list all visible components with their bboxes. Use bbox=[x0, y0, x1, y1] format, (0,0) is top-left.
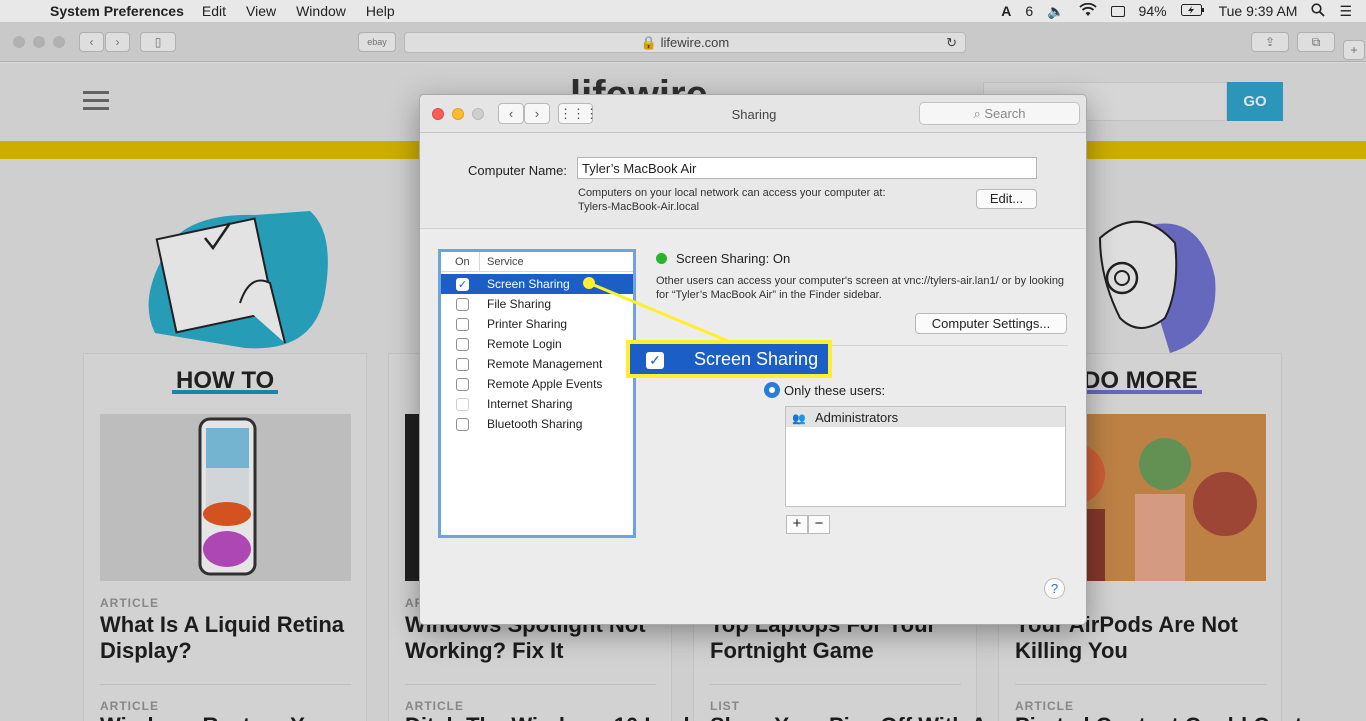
article-kind: ARTICLE bbox=[405, 699, 464, 713]
new-tab-icon[interactable]: + bbox=[1343, 40, 1365, 60]
adobe-count: 6 bbox=[1025, 3, 1034, 19]
service-row-file-sharing[interactable]: File Sharing bbox=[441, 294, 633, 314]
zoom-window-icon[interactable] bbox=[53, 36, 65, 48]
article-title[interactable]: Pirated Content Could Cost... bbox=[1015, 713, 1321, 721]
service-row-remote-login[interactable]: Remote Login bbox=[441, 334, 633, 354]
window-titlebar: ‹ › ⋮⋮⋮ Sharing ⌕ Search bbox=[420, 95, 1086, 133]
add-user-button[interactable]: + bbox=[786, 515, 808, 534]
checklist-illustration bbox=[148, 211, 328, 349]
checkbox[interactable] bbox=[456, 298, 469, 311]
checkbox[interactable] bbox=[456, 398, 469, 411]
article-kind: ARTICLE bbox=[100, 699, 159, 713]
share-icon[interactable]: ⇪ bbox=[1251, 32, 1289, 52]
divider bbox=[405, 684, 656, 685]
checkmark-icon: ✓ bbox=[646, 352, 664, 369]
group-icon: 👥 bbox=[792, 413, 806, 425]
browser-toolbar: ‹ › ▯ ebay 🔒 lifewire.com ↻ ⇪ ⧉ + bbox=[0, 22, 1366, 62]
service-row-remote-apple-events[interactable]: Remote Apple Events bbox=[441, 374, 633, 394]
service-list[interactable]: On Service ✓ Screen Sharing File Sharing… bbox=[438, 249, 636, 538]
section-heading[interactable]: HOW TO bbox=[172, 367, 279, 395]
reload-icon[interactable]: ↻ bbox=[946, 33, 957, 52]
users-list[interactable]: 👥 Administrators bbox=[785, 406, 1066, 507]
divider bbox=[100, 684, 351, 685]
lock-icon: 🔒 bbox=[640, 35, 657, 50]
url-text: lifewire.com bbox=[660, 35, 730, 50]
keyboard-icon[interactable] bbox=[1110, 5, 1125, 17]
checkbox[interactable] bbox=[456, 358, 469, 371]
headphones-illustration bbox=[1098, 220, 1216, 353]
wifi-icon[interactable] bbox=[1078, 2, 1097, 20]
article-title[interactable]: What Is A Liquid Retina Display? bbox=[100, 612, 365, 664]
checkbox[interactable] bbox=[456, 418, 469, 431]
battery-icon[interactable] bbox=[1180, 3, 1205, 19]
article-image[interactable] bbox=[405, 414, 419, 581]
forward-icon[interactable]: › bbox=[105, 32, 130, 52]
menu-app-name[interactable]: System Preferences bbox=[50, 3, 184, 19]
remove-user-button[interactable]: − bbox=[808, 515, 830, 534]
users-list-item[interactable]: 👥 Administrators bbox=[786, 407, 1065, 427]
only-these-users-radio[interactable] bbox=[764, 382, 780, 398]
network-address-note: Computers on your local network can acce… bbox=[578, 187, 886, 213]
checkbox-checked[interactable]: ✓ bbox=[456, 278, 469, 291]
article-kind: ARTICLE bbox=[1015, 699, 1074, 713]
article-title[interactable]: Windows Restore Y... bbox=[100, 713, 321, 721]
checkbox[interactable] bbox=[456, 318, 469, 331]
menu-window[interactable]: Window bbox=[296, 3, 346, 19]
bookmark-ebay[interactable]: ebay bbox=[358, 32, 396, 52]
section-heading[interactable]: DO MORE bbox=[1079, 367, 1202, 395]
service-row-internet-sharing[interactable]: Internet Sharing bbox=[441, 394, 633, 414]
back-icon[interactable]: ‹ bbox=[79, 32, 104, 52]
hamburger-menu-icon[interactable] bbox=[83, 91, 109, 111]
service-row-screen-sharing[interactable]: ✓ Screen Sharing bbox=[441, 274, 633, 294]
minimize-window-icon[interactable] bbox=[33, 36, 45, 48]
status-text: Screen Sharing: On bbox=[676, 251, 791, 266]
prefs-search-input[interactable]: ⌕ Search bbox=[919, 102, 1080, 125]
search-icon: ⌕ bbox=[973, 106, 981, 121]
close-window-icon[interactable] bbox=[13, 36, 25, 48]
article-title[interactable]: Ditch The Windows 10 Lock... bbox=[405, 713, 714, 721]
article-kind: LIST bbox=[710, 699, 740, 713]
article-title[interactable]: Show Your Pics Off With A... bbox=[710, 713, 1005, 721]
battery-percent[interactable]: 94% bbox=[1139, 3, 1167, 19]
menu-view[interactable]: View bbox=[246, 3, 276, 19]
status-description: Other users can access your computer's s… bbox=[656, 275, 1065, 301]
computer-name-field[interactable]: Tyler’s MacBook Air bbox=[577, 157, 1037, 179]
sidebar-icon[interactable]: ▯ bbox=[140, 32, 176, 52]
status-area: A 6 🔈 94% Tue 9:39 AM ☰ bbox=[1001, 0, 1366, 22]
divider bbox=[710, 684, 961, 685]
menu-bar: System Preferences Edit View Window Help… bbox=[0, 0, 1366, 22]
tabs-overview-icon[interactable]: ⧉ bbox=[1297, 32, 1335, 52]
status-on-indicator bbox=[656, 253, 667, 264]
clock[interactable]: Tue 9:39 AM bbox=[1219, 3, 1298, 19]
menu-edit[interactable]: Edit bbox=[202, 3, 226, 19]
service-row-remote-management[interactable]: Remote Management bbox=[441, 354, 633, 374]
column-on: On bbox=[455, 256, 470, 268]
callout-label: Screen Sharing bbox=[694, 349, 819, 369]
volume-icon[interactable]: 🔈 bbox=[1047, 3, 1064, 20]
edit-button[interactable]: Edit... bbox=[976, 189, 1037, 209]
address-bar[interactable]: 🔒 lifewire.com ↻ bbox=[404, 32, 966, 53]
menu-help[interactable]: Help bbox=[366, 3, 395, 19]
service-list-header: On Service bbox=[441, 252, 633, 272]
computer-name-label: Computer Name: bbox=[468, 163, 567, 178]
service-row-printer-sharing[interactable]: Printer Sharing bbox=[441, 314, 633, 334]
spotlight-icon[interactable] bbox=[1311, 2, 1326, 20]
screen-sharing-callout: ✓ Screen Sharing bbox=[626, 340, 832, 378]
checkbox[interactable] bbox=[456, 338, 469, 351]
only-these-users-label[interactable]: Only these users: bbox=[784, 383, 885, 398]
iphone-image[interactable] bbox=[100, 414, 351, 581]
adobe-icon[interactable]: A bbox=[1001, 3, 1011, 19]
article-kind: ARTICLE bbox=[100, 596, 159, 610]
notification-center-icon[interactable]: ☰ bbox=[1339, 3, 1352, 20]
search-placeholder: Search bbox=[984, 106, 1026, 121]
service-row-bluetooth-sharing[interactable]: Bluetooth Sharing bbox=[441, 414, 633, 434]
go-button[interactable]: GO bbox=[1227, 82, 1283, 121]
help-button[interactable]: ? bbox=[1044, 578, 1065, 599]
computer-name-panel: Computer Name: Tyler’s MacBook Air Compu… bbox=[420, 133, 1086, 229]
divider bbox=[1015, 684, 1266, 685]
checkbox[interactable] bbox=[456, 378, 469, 391]
column-service: Service bbox=[487, 256, 524, 268]
computer-settings-button[interactable]: Computer Settings... bbox=[915, 313, 1067, 334]
